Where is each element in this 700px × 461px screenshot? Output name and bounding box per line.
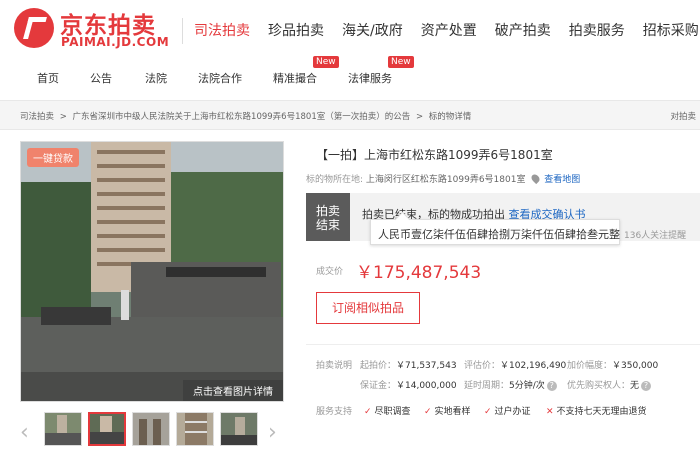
top-header: 京东拍卖 PAIMAI.JD.COM 司法拍卖 珍品拍卖 海关/政府 资产处置 … [0,0,700,60]
extension-period: 延时周期：5分钟/次? [464,378,557,391]
final-price-label: 成交价 [316,267,344,277]
info-value: 无 [630,381,640,391]
status-label-line-1: 拍卖 [315,204,340,218]
breadcrumb-lot-detail: 标的物详情 [428,112,472,122]
subnav-precise-matching[interactable]: 精准撮合 [273,70,317,86]
bid-increment: 加价幅度：￥350,000 [567,358,658,371]
logo-mark-icon [14,8,54,48]
breadcrumb-announcement[interactable]: 广东省深圳市中级人民法院关于上海市红松东路1099弄6号1801室（第一次拍卖）… [73,112,411,122]
price-in-words-tooltip: 人民币壹亿柒仟伍佰肆拾捌万柒仟伍佰肆拾叁元整 [370,219,620,245]
thumbnail-image [45,413,81,445]
thumbnail-image [177,413,213,445]
help-icon[interactable]: ? [546,381,557,391]
service-text: 实地看样 [434,407,471,417]
service-text: 过户办证 [494,407,531,417]
check-icon: ✓ [424,407,432,417]
breadcrumb-judicial-auction[interactable]: 司法拍卖 [20,112,54,122]
info-key: 评估价： [464,361,501,371]
jd-paimai-logo[interactable]: 京东拍卖 PAIMAI.JD.COM [14,8,174,52]
location-address: 上海闵行区红松东路1099弄6号1801室 [365,175,526,185]
thumbnail[interactable] [176,412,214,446]
lot-location: 标的物所在地: 上海闵行区红松东路1099弄6号1801室 查看地图 [306,172,580,185]
info-key: 加价幅度： [567,361,613,371]
help-icon[interactable]: ? [641,381,652,391]
info-value: ￥350,000 [612,361,659,371]
view-map-link[interactable]: 查看地图 [544,175,580,185]
subnav-announcements[interactable]: 公告 [90,70,112,86]
service-transfer: ✓ 过户办证 [484,404,531,417]
service-support-label: 服务支持 [316,407,353,417]
service-due-diligence: ✓ 尽职调查 [364,404,411,417]
section-divider [306,344,700,345]
main-photo[interactable]: 一键贷款 点击查看图片详情 [20,141,284,402]
service-text: 尽职调查 [374,407,411,417]
cross-icon: ✕ [546,407,554,417]
info-value: 5分钟/次 [509,381,545,391]
final-price: ￥175,487,543 [356,263,482,283]
check-icon: ✓ [484,407,492,417]
one-click-loan-tag[interactable]: 一键贷款 [27,148,79,167]
service-text: 不支持七天无理由退货 [556,407,647,417]
info-key: 优先购买权人： [567,381,631,391]
appraisal-price: 评估价：￥102,196,490 [464,358,566,371]
auction-ended-label: 拍卖 结束 [306,193,350,241]
breadcrumb-right-link[interactable]: 对拍卖 [670,110,696,122]
info-value: ￥14,000,000 [396,381,457,391]
new-badge: New [388,56,414,68]
nav-bankruptcy-auction[interactable]: 破产拍卖 [495,20,551,44]
logo-text-en: PAIMAI.JD.COM [61,35,170,49]
info-key: 延时周期： [464,381,510,391]
nav-auction-services[interactable]: 拍卖服务 [569,20,625,44]
subscribe-similar-button[interactable]: 订阅相似拍品 [316,292,420,324]
subnav-legal-services[interactable]: 法律服务 [348,70,392,86]
thumbnail-selected[interactable] [88,412,126,446]
auction-info-title: 拍卖说明 [316,361,353,371]
new-badge: New [313,56,339,68]
nav-tender-procurement[interactable]: 招标采购 [643,20,699,44]
service-site-visit: ✓ 实地看样 [424,404,471,417]
map-pin-icon [530,172,542,185]
deposit: 保证金：￥14,000,000 [360,378,457,391]
status-label-line-2: 结束 [315,218,340,232]
thumbnail[interactable] [220,412,258,446]
thumbnail[interactable] [132,412,170,446]
view-photo-details-button[interactable]: 点击查看图片详情 [183,380,283,401]
thumbnail-image [221,413,257,445]
info-value: ￥71,537,543 [396,361,457,371]
main-nav: 司法拍卖 珍品拍卖 海关/政府 资产处置 破产拍卖 拍卖服务 招标采购 [180,18,700,44]
starting-price: 起拍价：￥71,537,543 [360,358,457,371]
nav-customs-government[interactable]: 海关/政府 [342,20,403,44]
location-label: 标的物所在地: [306,175,364,185]
lot-title: 【一拍】上海市红松东路1099弄6号1801室 [316,148,553,162]
info-key: 保证金： [360,381,397,391]
priority-purchaser: 优先购买权人：无? [567,378,652,391]
prev-arrow-icon[interactable]: ‹ [20,420,29,445]
nav-divider [182,18,183,44]
info-value: ￥102,196,490 [500,361,567,371]
breadcrumb-separator: > [415,112,424,122]
thumbnail-image [90,414,124,444]
nav-asset-disposal[interactable]: 资产处置 [421,20,477,44]
subnav-courts[interactable]: 法院 [145,70,167,86]
breadcrumb-separator: > [59,112,67,122]
subnav-court-cooperation[interactable]: 法院合作 [198,70,242,86]
nav-treasure-auction[interactable]: 珍品拍卖 [268,20,324,44]
thumbnail[interactable] [44,412,82,446]
subnav-home[interactable]: 首页 [37,70,59,86]
thumbnail-strip: ‹ › [20,408,284,454]
breadcrumb: 司法拍卖 > 广东省深圳市中级人民法院关于上海市红松东路1099弄6号1801室… [0,100,700,130]
watchers-count: 136人关注提醒 [624,231,687,241]
service-no-return: ✕ 不支持七天无理由退货 [546,404,647,417]
sub-nav: 首页 公告 法院 法院合作 精准撮合 New 法律服务 New [0,56,700,92]
next-arrow-icon[interactable]: › [268,420,277,445]
nav-judicial-auction[interactable]: 司法拍卖 [194,20,250,44]
building-photo-image [21,142,283,401]
thumbnail-image [133,413,169,445]
check-icon: ✓ [364,407,372,417]
auction-info-label: 拍卖说明 [316,358,352,371]
info-key: 起拍价： [360,361,397,371]
